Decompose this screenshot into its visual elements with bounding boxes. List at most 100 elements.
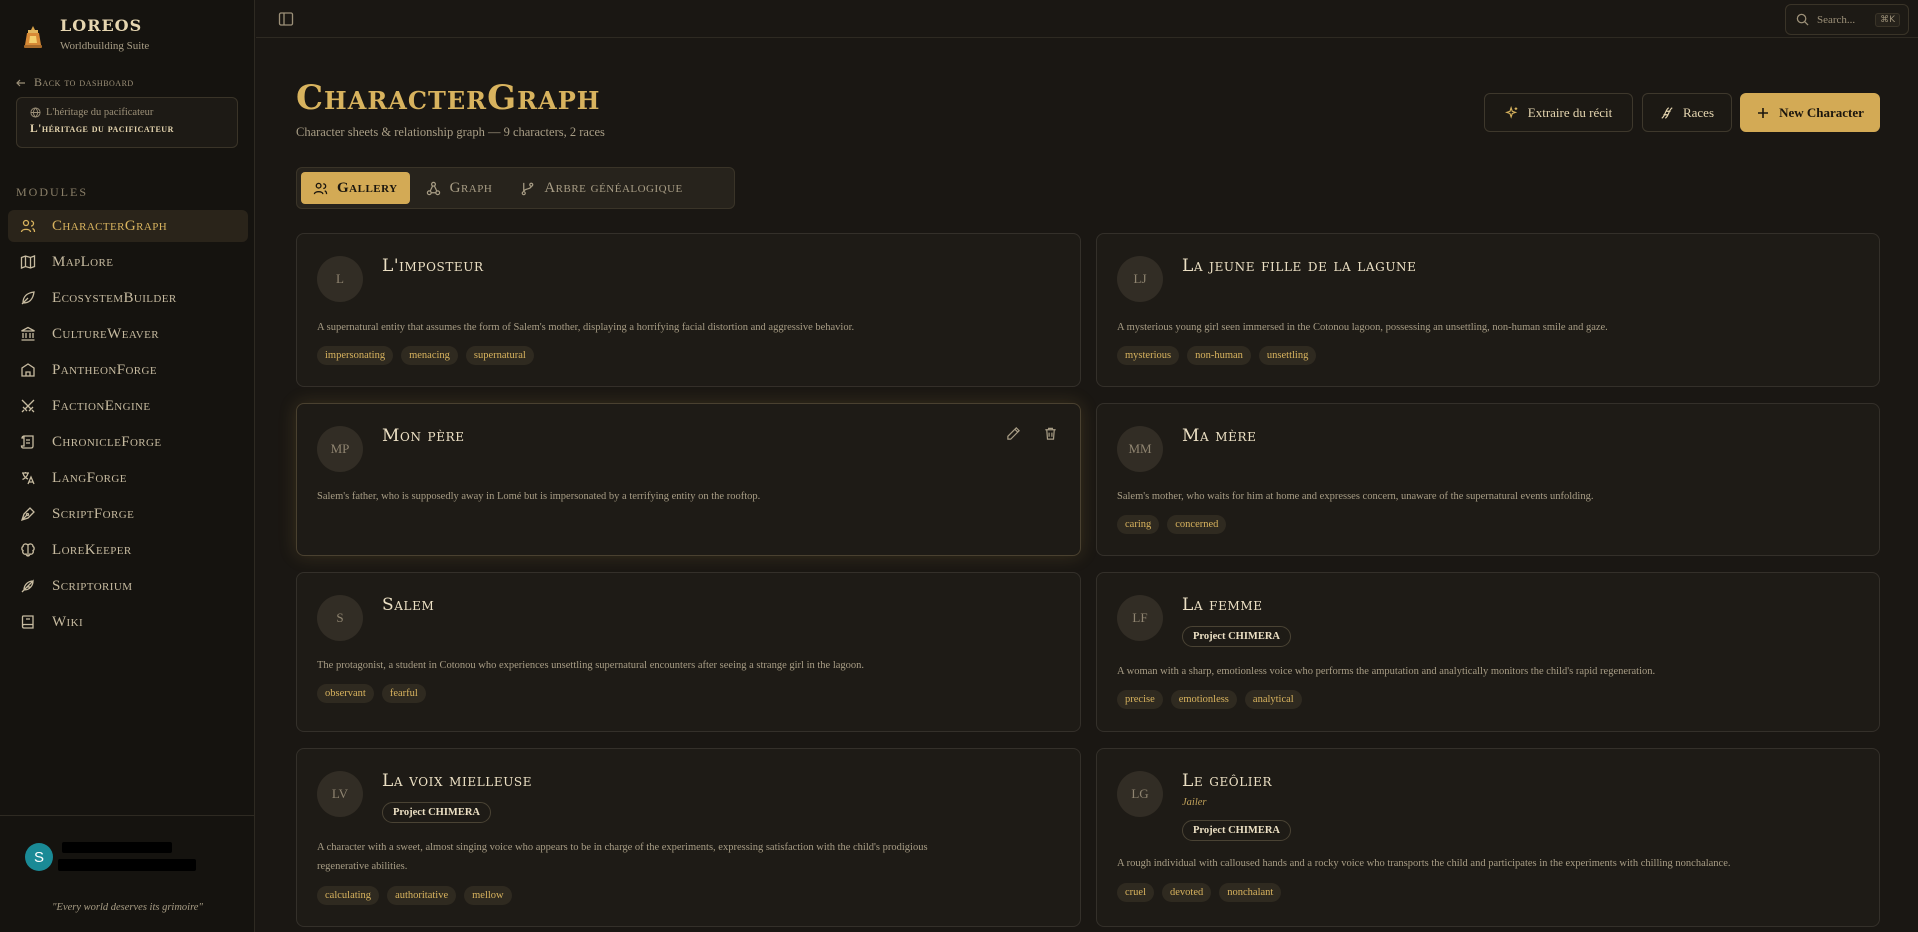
tab-gallery[interactable]: Gallery [301, 172, 410, 204]
character-name: L'imposteur [382, 256, 484, 276]
nav-item-wiki[interactable]: Wiki [8, 606, 248, 638]
card-actions [1006, 426, 1058, 441]
dna-icon [1661, 106, 1673, 119]
project-name: L'héritage du pacificateur [30, 123, 174, 135]
character-avatar: L [317, 256, 363, 302]
tag-list: observant fearful [317, 684, 426, 703]
search-shortcut: ⌘K [1875, 12, 1900, 27]
landmark-icon [21, 326, 35, 341]
character-avatar: LG [1117, 771, 1163, 817]
character-name: Ma mère [1182, 426, 1257, 446]
extract-from-story-button[interactable]: Extraire du récit [1484, 93, 1633, 132]
globe-icon [30, 107, 41, 118]
trash-icon[interactable] [1043, 426, 1058, 441]
tag: devoted [1162, 883, 1212, 902]
page-title: CharacterGraph [296, 78, 601, 118]
character-description: A supernatural entity that assumes the f… [317, 322, 855, 333]
character-card[interactable]: LF La femme Project CHIMERA A woman with… [1096, 572, 1880, 732]
tag-list: calculating authoritative mellow [317, 886, 512, 905]
page-subtitle: Character sheets & relationship graph — … [296, 125, 605, 139]
nav-item-pantheonforge[interactable]: PantheonForge [8, 354, 248, 386]
module-nav: CharacterGraph MapLore EcosystemBuilder … [8, 210, 248, 642]
tag: impersonating [317, 346, 394, 365]
tab-graph[interactable]: Graph [414, 172, 505, 204]
character-avatar: LF [1117, 595, 1163, 641]
character-card[interactable]: LG Le geôlier Jailer Project CHIMERA A r… [1096, 748, 1880, 927]
nav-item-maplore[interactable]: MapLore [8, 246, 248, 278]
user-avatar[interactable]: S [25, 843, 53, 871]
search-box[interactable]: Search... ⌘K [1785, 4, 1909, 35]
nav-item-chronicleforge[interactable]: ChronicleForge [8, 426, 248, 458]
tag: cruel [1117, 883, 1154, 902]
character-card[interactable]: LJ La jeune fille de la lagune A mysteri… [1096, 233, 1880, 387]
motto: "Every world deserves its grimoire" [52, 902, 203, 913]
character-role: Jailer [1182, 797, 1207, 808]
app-subtitle: Worldbuilding Suite [60, 40, 150, 52]
nav-item-cultureweaver[interactable]: CultureWeaver [8, 318, 248, 350]
scroll-icon [20, 435, 34, 449]
nav-item-scriptorium[interactable]: Scriptorium [8, 570, 248, 602]
faction-badge: Project CHIMERA [382, 802, 491, 823]
nav-item-ecosystembuilder[interactable]: EcosystemBuilder [8, 282, 248, 314]
character-card[interactable]: MP Mon père Salem's father, who is suppo… [296, 403, 1081, 556]
project-selector[interactable]: L'héritage du pacificateur L'héritage du… [16, 97, 238, 148]
character-description: A rough individual with calloused hands … [1117, 858, 1731, 869]
tag: authoritative [387, 886, 457, 905]
edit-icon[interactable] [1006, 426, 1021, 441]
tag: precise [1117, 690, 1163, 709]
feather-icon [21, 579, 34, 593]
character-name: Mon père [382, 426, 465, 446]
sidebar-toggle-icon[interactable] [278, 11, 294, 27]
tag-list: precise emotionless analytical [1117, 690, 1302, 709]
search-placeholder: Search... [1817, 13, 1856, 26]
map-icon [20, 255, 36, 269]
tag: observant [317, 684, 374, 703]
swords-icon [21, 399, 35, 413]
project-label: L'héritage du pacificateur [46, 107, 154, 118]
character-card[interactable]: LV La voix mielleuse Project CHIMERA A c… [296, 748, 1081, 927]
nav-item-charactergraph[interactable]: CharacterGraph [8, 210, 248, 242]
character-avatar: MP [317, 426, 363, 472]
nav-item-factionengine[interactable]: FactionEngine [8, 390, 248, 422]
plus-icon [1758, 107, 1769, 118]
temple-icon [21, 363, 35, 377]
arrow-left-icon [16, 79, 25, 86]
character-avatar: S [317, 595, 363, 641]
modules-heading: MODULES [16, 185, 89, 199]
tag: mysterious [1117, 346, 1180, 365]
nav-item-scriptforge[interactable]: ScriptForge [8, 498, 248, 530]
users-icon [20, 219, 36, 233]
sidebar: LOREOS Worldbuilding Suite Back to dashb… [0, 0, 255, 932]
brand[interactable]: LOREOS Worldbuilding Suite [20, 16, 149, 52]
character-avatar: LV [317, 771, 363, 817]
character-description: A character with a sweet, almost singing… [317, 842, 928, 872]
new-character-button[interactable]: New Character [1740, 93, 1880, 132]
network-icon [426, 181, 440, 195]
races-button[interactable]: Races [1642, 93, 1732, 132]
tag-list: mysterious non-human unsettling [1117, 346, 1317, 365]
users-icon [313, 182, 328, 194]
character-name: La voix mielleuse [382, 771, 533, 791]
character-card[interactable]: S Salem The protagonist, a student in Co… [296, 572, 1081, 732]
nav-item-langforge[interactable]: LangForge [8, 462, 248, 494]
tag-list: cruel devoted nonchalant [1117, 883, 1282, 902]
character-description: Salem's mother, who waits for him at hom… [1117, 491, 1594, 502]
character-description: The protagonist, a student in Cotonou wh… [317, 660, 865, 671]
nav-item-lorekeeper[interactable]: LoreKeeper [8, 534, 248, 566]
tag: analytical [1244, 690, 1302, 709]
tag: unsettling [1258, 346, 1317, 365]
character-name: La jeune fille de la lagune [1182, 256, 1417, 276]
character-description: Salem's father, who is supposedly away i… [317, 491, 761, 502]
topbar: Search... ⌘K [256, 0, 1918, 38]
back-to-dashboard-link[interactable]: Back to dashboard [16, 75, 134, 90]
tag: non-human [1187, 346, 1251, 365]
tab-family-tree[interactable]: Arbre généalogique [508, 172, 694, 204]
character-card[interactable]: L L'imposteur A supernatural entity that… [296, 233, 1081, 387]
user-panel: S "Every world deserves its grimoire" [0, 815, 255, 932]
view-tabs: Gallery Graph Arbre généalogique [296, 167, 735, 209]
character-name: La femme [1182, 595, 1263, 615]
book-icon [21, 615, 34, 629]
search-icon [1796, 13, 1809, 26]
character-card[interactable]: MM Ma mère Salem's mother, who waits for… [1096, 403, 1880, 556]
brain-icon [21, 543, 35, 557]
